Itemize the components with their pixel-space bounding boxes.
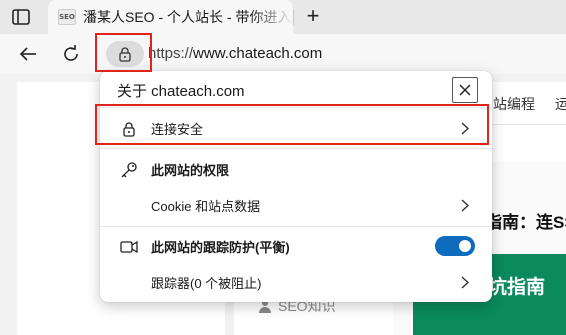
tab-strip: SEO 潘某人SEO - 个人站长 - 带你进入 + <box>0 0 566 34</box>
page-heading: 指南：连SS <box>485 213 566 232</box>
tab-separator <box>293 9 294 25</box>
tracking-prevention-row: 此网站的跟踪防护(平衡) <box>100 228 492 264</box>
popup-title: 关于 chateach.com <box>117 83 245 100</box>
camera-icon <box>120 238 138 256</box>
cookies-site-data-row[interactable]: Cookie 和站点数据 <box>100 187 492 223</box>
site-permissions-label: 此网站的权限 <box>151 162 230 178</box>
close-icon <box>459 84 471 96</box>
popup-divider <box>100 148 492 149</box>
chevron-right-icon <box>458 197 472 213</box>
tab-actions-button[interactable] <box>10 7 32 27</box>
banner-text: 坑指南 <box>488 277 546 298</box>
connection-security-highlight-box <box>95 104 489 145</box>
refresh-button[interactable] <box>59 42 83 66</box>
address-bar[interactable]: https://www.chateach.com <box>148 45 322 62</box>
tab-title: 潘某人SEO - 个人站长 - 带你进入 <box>83 9 292 25</box>
back-arrow-icon <box>19 47 36 61</box>
page-nav-item[interactable]: 站编程 <box>493 94 535 114</box>
cookies-site-data-label: Cookie 和站点数据 <box>151 198 261 214</box>
url-host: www.chateach.com <box>193 45 323 62</box>
site-permissions-row: 此网站的权限 <box>100 151 492 187</box>
page-nav-item[interactable]: 运 <box>555 94 566 114</box>
refresh-icon <box>64 45 78 61</box>
popup-divider <box>100 226 492 227</box>
tab-actions-icon <box>12 9 30 25</box>
toggle-knob <box>459 240 471 252</box>
key-icon <box>120 161 138 179</box>
new-tab-button[interactable]: + <box>301 5 325 29</box>
tracking-prevention-toggle[interactable] <box>435 236 475 256</box>
navigation-toolbar: https://www.chateach.com <box>0 34 566 74</box>
tracking-prevention-label: 此网站的跟踪防护(平衡) <box>151 239 290 255</box>
active-tab[interactable]: SEO 潘某人SEO - 个人站长 - 带你进入 <box>48 0 293 34</box>
trackers-label: 跟踪器(0 个被阻止) <box>151 275 262 291</box>
chevron-right-icon <box>458 274 472 290</box>
popup-close-button[interactable] <box>452 77 478 103</box>
site-favicon-icon: SEO <box>58 9 76 25</box>
url-scheme: https:// <box>148 45 194 62</box>
site-info-highlight-box <box>95 33 152 72</box>
back-button[interactable] <box>16 42 40 66</box>
trackers-row[interactable]: 跟踪器(0 个被阻止) <box>100 264 492 300</box>
